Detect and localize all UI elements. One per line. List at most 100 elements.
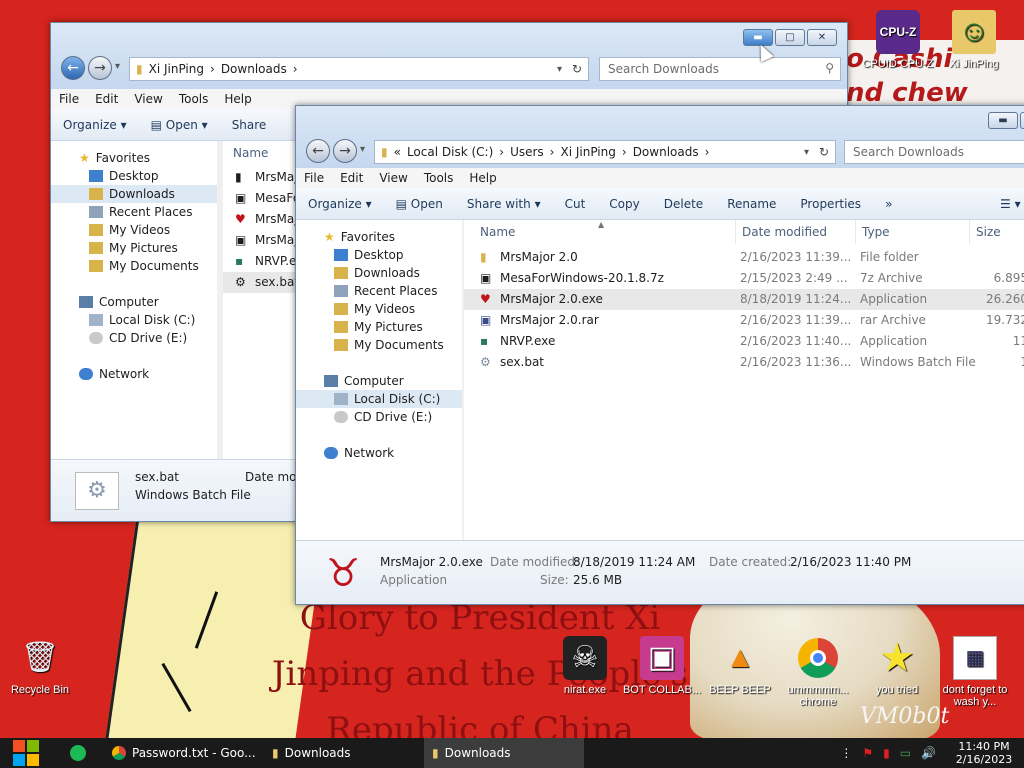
- file-row[interactable]: ▣ MrsMajor 2.0.rar 2/16/2023 11:39... ra…: [464, 310, 1024, 331]
- breadcrumb-item[interactable]: Users: [510, 145, 544, 159]
- menu-file[interactable]: File: [51, 89, 87, 109]
- open-button[interactable]: ▤ Open: [384, 197, 455, 211]
- nav-computer[interactable]: Computer: [51, 293, 217, 311]
- nav-downloads[interactable]: Downloads: [51, 185, 217, 203]
- forward-button[interactable]: →: [88, 56, 112, 80]
- menu-edit[interactable]: Edit: [87, 89, 126, 109]
- nav-recent-places[interactable]: Recent Places: [51, 203, 217, 221]
- share-button[interactable]: Share: [220, 118, 279, 132]
- file-row[interactable]: ▮ MrsMaj: [223, 167, 303, 188]
- desktop-icon-recycle-bin[interactable]: 🗑 Recycle Bin: [0, 636, 80, 697]
- nav-desktop[interactable]: Desktop: [296, 246, 462, 264]
- file-row-selected[interactable]: ♥ MrsMajor 2.0.exe 8/18/2019 11:24... Ap…: [464, 289, 1024, 310]
- breadcrumb-item[interactable]: Local Disk (C:): [407, 145, 493, 159]
- nav-downloads[interactable]: Downloads: [296, 264, 462, 282]
- forward-button[interactable]: →: [333, 139, 357, 163]
- address-bar[interactable]: ▮ « Local Disk (C:) › Users › Xi JinPing…: [374, 140, 836, 164]
- file-row[interactable]: ▣ MesaFo: [223, 188, 303, 209]
- menu-tools[interactable]: Tools: [171, 89, 217, 109]
- cut-button[interactable]: Cut: [553, 197, 598, 211]
- file-row[interactable]: ⚙ sex.bat: [223, 272, 303, 293]
- more-commands-button[interactable]: »: [873, 197, 904, 211]
- file-row[interactable]: ▣ MrsMaj: [223, 230, 303, 251]
- copy-button[interactable]: Copy: [597, 197, 651, 211]
- delete-button[interactable]: Delete: [652, 197, 715, 211]
- maximize-button[interactable]: □: [1020, 112, 1024, 129]
- desktop-icon-user-folder[interactable]: ☺ Xi JinPing: [934, 10, 1014, 70]
- desktop-icon-cpuz[interactable]: CPU-Z CPUID CPU-Z: [858, 10, 938, 70]
- rename-button[interactable]: Rename: [715, 197, 788, 211]
- nav-network[interactable]: Network: [51, 365, 217, 383]
- nav-network[interactable]: Network: [296, 444, 462, 462]
- close-button[interactable]: ✕: [807, 29, 837, 46]
- refresh-icon[interactable]: ↻: [819, 145, 829, 159]
- volume-icon[interactable]: 🔊: [921, 746, 936, 760]
- desktop-icon-beep-beep[interactable]: ▲ BEEP BEEP: [700, 636, 780, 697]
- file-row[interactable]: ▪ NRVP.e: [223, 251, 303, 272]
- menu-view[interactable]: View: [371, 168, 415, 188]
- file-row[interactable]: ▮ MrsMajor 2.0 2/16/2023 11:39... File f…: [464, 247, 1024, 268]
- nav-my-pictures[interactable]: My Pictures: [296, 318, 462, 336]
- file-row[interactable]: ▣ MesaForWindows-20.1.8.7z 2/15/2023 2:4…: [464, 268, 1024, 289]
- file-row[interactable]: ▪ NRVP.exe 2/16/2023 11:40... Applicatio…: [464, 331, 1024, 352]
- breadcrumb-item[interactable]: Xi JinPing: [560, 145, 615, 159]
- maximize-button[interactable]: □: [775, 29, 805, 46]
- nav-favorites[interactable]: ★ Favorites: [296, 228, 462, 246]
- nav-favorites[interactable]: ★ Favorites: [51, 149, 217, 167]
- menu-tools[interactable]: Tools: [416, 168, 462, 188]
- organize-button[interactable]: Organize ▾: [296, 197, 384, 211]
- view-options-icon[interactable]: ☰ ▾: [988, 197, 1024, 211]
- recent-pages-chevron-icon[interactable]: ▾: [360, 144, 365, 155]
- breadcrumb-item[interactable]: Xi JinPing: [149, 62, 204, 76]
- menu-file[interactable]: File: [296, 168, 332, 188]
- column-header-date-modified[interactable]: Date modified: [736, 220, 856, 244]
- nav-computer[interactable]: Computer: [296, 372, 462, 390]
- warning-icon[interactable]: ▮: [883, 746, 890, 760]
- column-header-size[interactable]: Size: [970, 220, 1024, 244]
- nav-my-pictures[interactable]: My Pictures: [51, 239, 217, 257]
- taskbar-chrome-password[interactable]: Password.txt - Goo...: [104, 738, 264, 768]
- menu-edit[interactable]: Edit: [332, 168, 371, 188]
- share-with-button[interactable]: Share with ▾: [455, 197, 553, 211]
- nav-local-disk[interactable]: Local Disk (C:): [296, 390, 462, 408]
- menu-view[interactable]: View: [126, 89, 170, 109]
- nav-recent-places[interactable]: Recent Places: [296, 282, 462, 300]
- desktop-icon-bot-collab[interactable]: ▣ BOT COLLAB...: [622, 636, 702, 696]
- nav-cd-drive[interactable]: CD Drive (E:): [296, 408, 462, 426]
- column-header-type[interactable]: Type: [856, 220, 970, 244]
- nav-my-documents[interactable]: My Documents: [296, 336, 462, 354]
- desktop-icon-chrome[interactable]: ummmmm... chrome: [778, 636, 858, 708]
- title-bar[interactable]: ▬ □ ← → ▾ ▮ « Local Disk (C:) › Users › …: [296, 106, 1024, 168]
- taskbar-clock[interactable]: 11:40 PM 2/16/2023: [944, 740, 1024, 766]
- flag-icon[interactable]: ⚑: [862, 746, 873, 760]
- file-row[interactable]: ♥ MrsMaj: [223, 209, 303, 230]
- desktop-icon-wash-reminder[interactable]: ▦ dont forget to wash y...: [935, 636, 1015, 708]
- file-row[interactable]: ⚙ sex.bat 2/16/2023 11:36... Windows Bat…: [464, 352, 1024, 373]
- tray-overflow-icon[interactable]: ⋮: [840, 746, 852, 760]
- nav-my-documents[interactable]: My Documents: [51, 257, 217, 275]
- spotify-taskbar-icon[interactable]: [52, 738, 104, 768]
- nav-local-disk[interactable]: Local Disk (C:): [51, 311, 217, 329]
- start-button[interactable]: [0, 738, 52, 768]
- menu-help[interactable]: Help: [461, 168, 504, 188]
- title-bar[interactable]: ▬ □ ✕ ← → ▾ ▮ Xi JinPing › Downloads › ▾…: [51, 23, 847, 89]
- search-input[interactable]: Search Downloads: [844, 140, 1024, 164]
- nav-my-videos[interactable]: My Videos: [51, 221, 217, 239]
- address-dropdown-icon[interactable]: ▾: [557, 64, 562, 75]
- column-header-name[interactable]: Name: [227, 141, 297, 165]
- minimize-button[interactable]: ▬: [743, 29, 773, 46]
- address-bar[interactable]: ▮ Xi JinPing › Downloads › ▾ ↻: [129, 57, 589, 81]
- search-input[interactable]: Search Downloads ⚲: [599, 57, 841, 81]
- organize-button[interactable]: Organize ▾: [51, 118, 139, 132]
- breadcrumb-item[interactable]: Downloads: [221, 62, 287, 76]
- desktop-icon-nirat[interactable]: ☠ nirat.exe: [545, 636, 625, 696]
- nav-desktop[interactable]: Desktop: [51, 167, 217, 185]
- nav-cd-drive[interactable]: CD Drive (E:): [51, 329, 217, 347]
- properties-button[interactable]: Properties: [788, 197, 873, 211]
- desktop-icon-you-tried[interactable]: ★ you tried: [857, 636, 937, 696]
- recent-pages-chevron-icon[interactable]: ▾: [115, 61, 120, 72]
- network-tray-icon[interactable]: ▭: [900, 746, 911, 760]
- taskbar-downloads-1[interactable]: ▮ Downloads: [264, 738, 424, 768]
- nav-my-videos[interactable]: My Videos: [296, 300, 462, 318]
- back-button[interactable]: ←: [61, 56, 85, 80]
